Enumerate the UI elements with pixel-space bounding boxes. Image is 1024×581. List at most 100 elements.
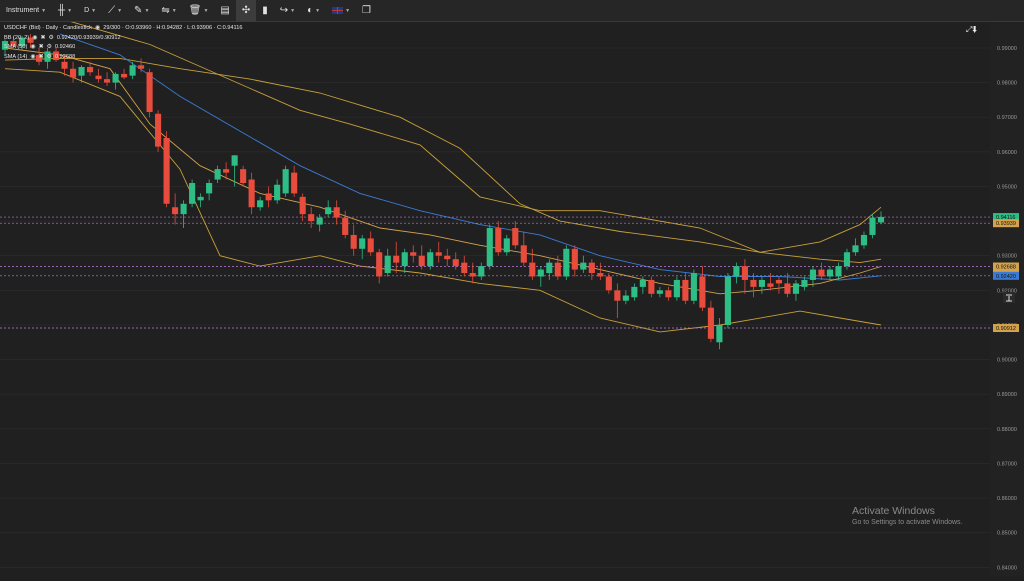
candle-body — [835, 266, 842, 277]
candle-type-button[interactable]: ╫ ▼ — [52, 0, 78, 21]
y-tick-label: 0.84000 — [997, 565, 1017, 571]
activate-windows-watermark: Activate Windows Go to Settings to activ… — [852, 505, 963, 526]
candle-body — [376, 252, 383, 277]
y-tick-label: 0.98000 — [997, 81, 1017, 87]
candle-body — [546, 262, 553, 274]
legend-indicator-bb: BB (20, 2) ◉ ✖ ⚙ 0.92420/0.93939/0.90912 — [4, 34, 242, 44]
chevron-down-icon: ▼ — [315, 7, 321, 14]
candle-body — [350, 234, 357, 249]
legend-main: USDCHF (Bid) · Daily · Candlestick ◉ 29/… — [4, 24, 242, 34]
candle-body — [631, 286, 638, 298]
candle-body — [614, 290, 621, 301]
line-tool-button[interactable]: ⟋ ▼ — [102, 0, 128, 21]
chevron-down-icon: ▼ — [171, 7, 177, 14]
candle-body — [860, 234, 868, 246]
instrument-label: Instrument — [6, 7, 40, 14]
eye-icon[interactable]: ◉ — [32, 34, 37, 44]
candle-body — [325, 207, 332, 215]
candle-body — [197, 196, 204, 201]
candle-body — [393, 255, 400, 263]
candle-body — [673, 279, 680, 298]
y-tick-label: 0.97000 — [997, 115, 1017, 121]
candle-body — [801, 279, 808, 287]
indicator-name: BB (20, 2) — [4, 34, 30, 41]
candle-body — [333, 207, 340, 218]
candle-body — [537, 269, 544, 277]
close-icon[interactable]: ✖ — [39, 43, 44, 53]
candle-body — [818, 269, 825, 277]
candle-body — [427, 252, 434, 267]
candle-body — [563, 248, 570, 277]
candle-body — [648, 279, 655, 294]
candle-body — [138, 65, 145, 69]
candle-body — [61, 61, 68, 69]
theme-button[interactable]: ◐ ▼ — [301, 0, 326, 21]
timeframe-label: D — [84, 7, 90, 14]
indicator-tool-button[interactable]: ⇋ ▼ — [155, 0, 182, 21]
watermark-title: Activate Windows — [852, 505, 935, 517]
candle-body — [690, 273, 697, 301]
candle-body — [571, 248, 578, 270]
crosshair-button[interactable]: ✣ — [235, 0, 257, 21]
chevron-down-icon: ▼ — [117, 7, 123, 14]
chevron-down-icon: ▼ — [345, 7, 351, 14]
instrument-selector[interactable]: Instrument ▼ — [0, 0, 52, 21]
legend-indicator-sma14: SMA (14) ◉ ✖ ⚙ 0.92688 — [4, 53, 242, 63]
gear-icon[interactable]: ⚙ — [47, 43, 52, 53]
watermark-subtitle: Go to Settings to activate Windows. — [852, 519, 963, 526]
y-tick-label: 0.88000 — [997, 427, 1017, 433]
candle-body — [486, 228, 493, 267]
share-button[interactable]: ↪ ▼ — [274, 0, 301, 21]
price-chart[interactable]: 0.990000.980000.970000.960000.950000.940… — [0, 18, 1024, 576]
candle-body — [554, 262, 561, 277]
chevron-down-icon: ▼ — [290, 7, 296, 14]
chevron-down-icon: ▼ — [67, 7, 73, 14]
gear-icon[interactable]: ⚙ — [48, 34, 53, 44]
bar-chart-button[interactable]: ▮ — [256, 0, 274, 21]
delete-button[interactable]: 🗑 ▼ — [183, 0, 215, 21]
overlay-line — [4, 57, 882, 264]
candle-body — [231, 155, 238, 166]
candle-body — [733, 266, 740, 277]
chevron-down-icon: ▼ — [41, 7, 47, 14]
layout-button[interactable]: ▤ — [214, 0, 235, 21]
line-tool-icon: ⟋ — [108, 4, 116, 16]
candle-body — [877, 216, 885, 223]
eye-icon[interactable]: ◉ — [30, 53, 35, 63]
pen-tool-button[interactable]: ✎ ▼ — [128, 0, 155, 21]
candle-body — [869, 217, 876, 235]
timeframe-selector[interactable]: D ▼ — [78, 0, 102, 21]
candle-body — [103, 79, 111, 83]
indicator-name: SMA (14) — [4, 53, 28, 60]
indicator-value: 0.92460 — [55, 44, 76, 50]
indicator-tool-icon: ⇋ — [161, 4, 170, 16]
candle-body — [809, 269, 817, 280]
chart-area[interactable]: 0.990000.980000.970000.960000.950000.940… — [0, 18, 1024, 576]
overlay-line — [4, 68, 882, 333]
fullscreen-icon[interactable]: ⤢⬇ — [966, 25, 977, 35]
candle-body — [342, 217, 349, 235]
candle-body — [792, 283, 800, 294]
candle-body — [435, 252, 442, 256]
new-window-button[interactable]: ❐ — [356, 0, 377, 21]
y-tick-label: 0.95000 — [997, 184, 1017, 190]
gear-icon[interactable]: ⚙ — [47, 53, 52, 63]
eye-icon[interactable]: ◉ — [95, 24, 100, 34]
candle-body — [257, 200, 264, 208]
y-tick-label: 0.86000 — [997, 496, 1017, 502]
language-button[interactable]: ▼ — [326, 0, 356, 21]
candle-body — [656, 290, 663, 294]
candle-body — [758, 279, 765, 287]
candle-body — [95, 75, 102, 80]
y-tick-label: 0.89000 — [997, 392, 1017, 398]
overlay-line — [4, 47, 882, 295]
close-icon[interactable]: ✖ — [40, 34, 45, 44]
candle-body — [775, 279, 783, 284]
close-icon[interactable]: ✖ — [39, 53, 44, 63]
legend-instrument: USDCHF (Bid) · Daily · Candlestick — [4, 25, 92, 31]
eye-icon[interactable]: ◉ — [30, 43, 35, 53]
candle-body — [367, 238, 374, 253]
candle-body — [180, 203, 187, 215]
candle-body — [597, 273, 604, 277]
candle-body — [716, 324, 723, 343]
